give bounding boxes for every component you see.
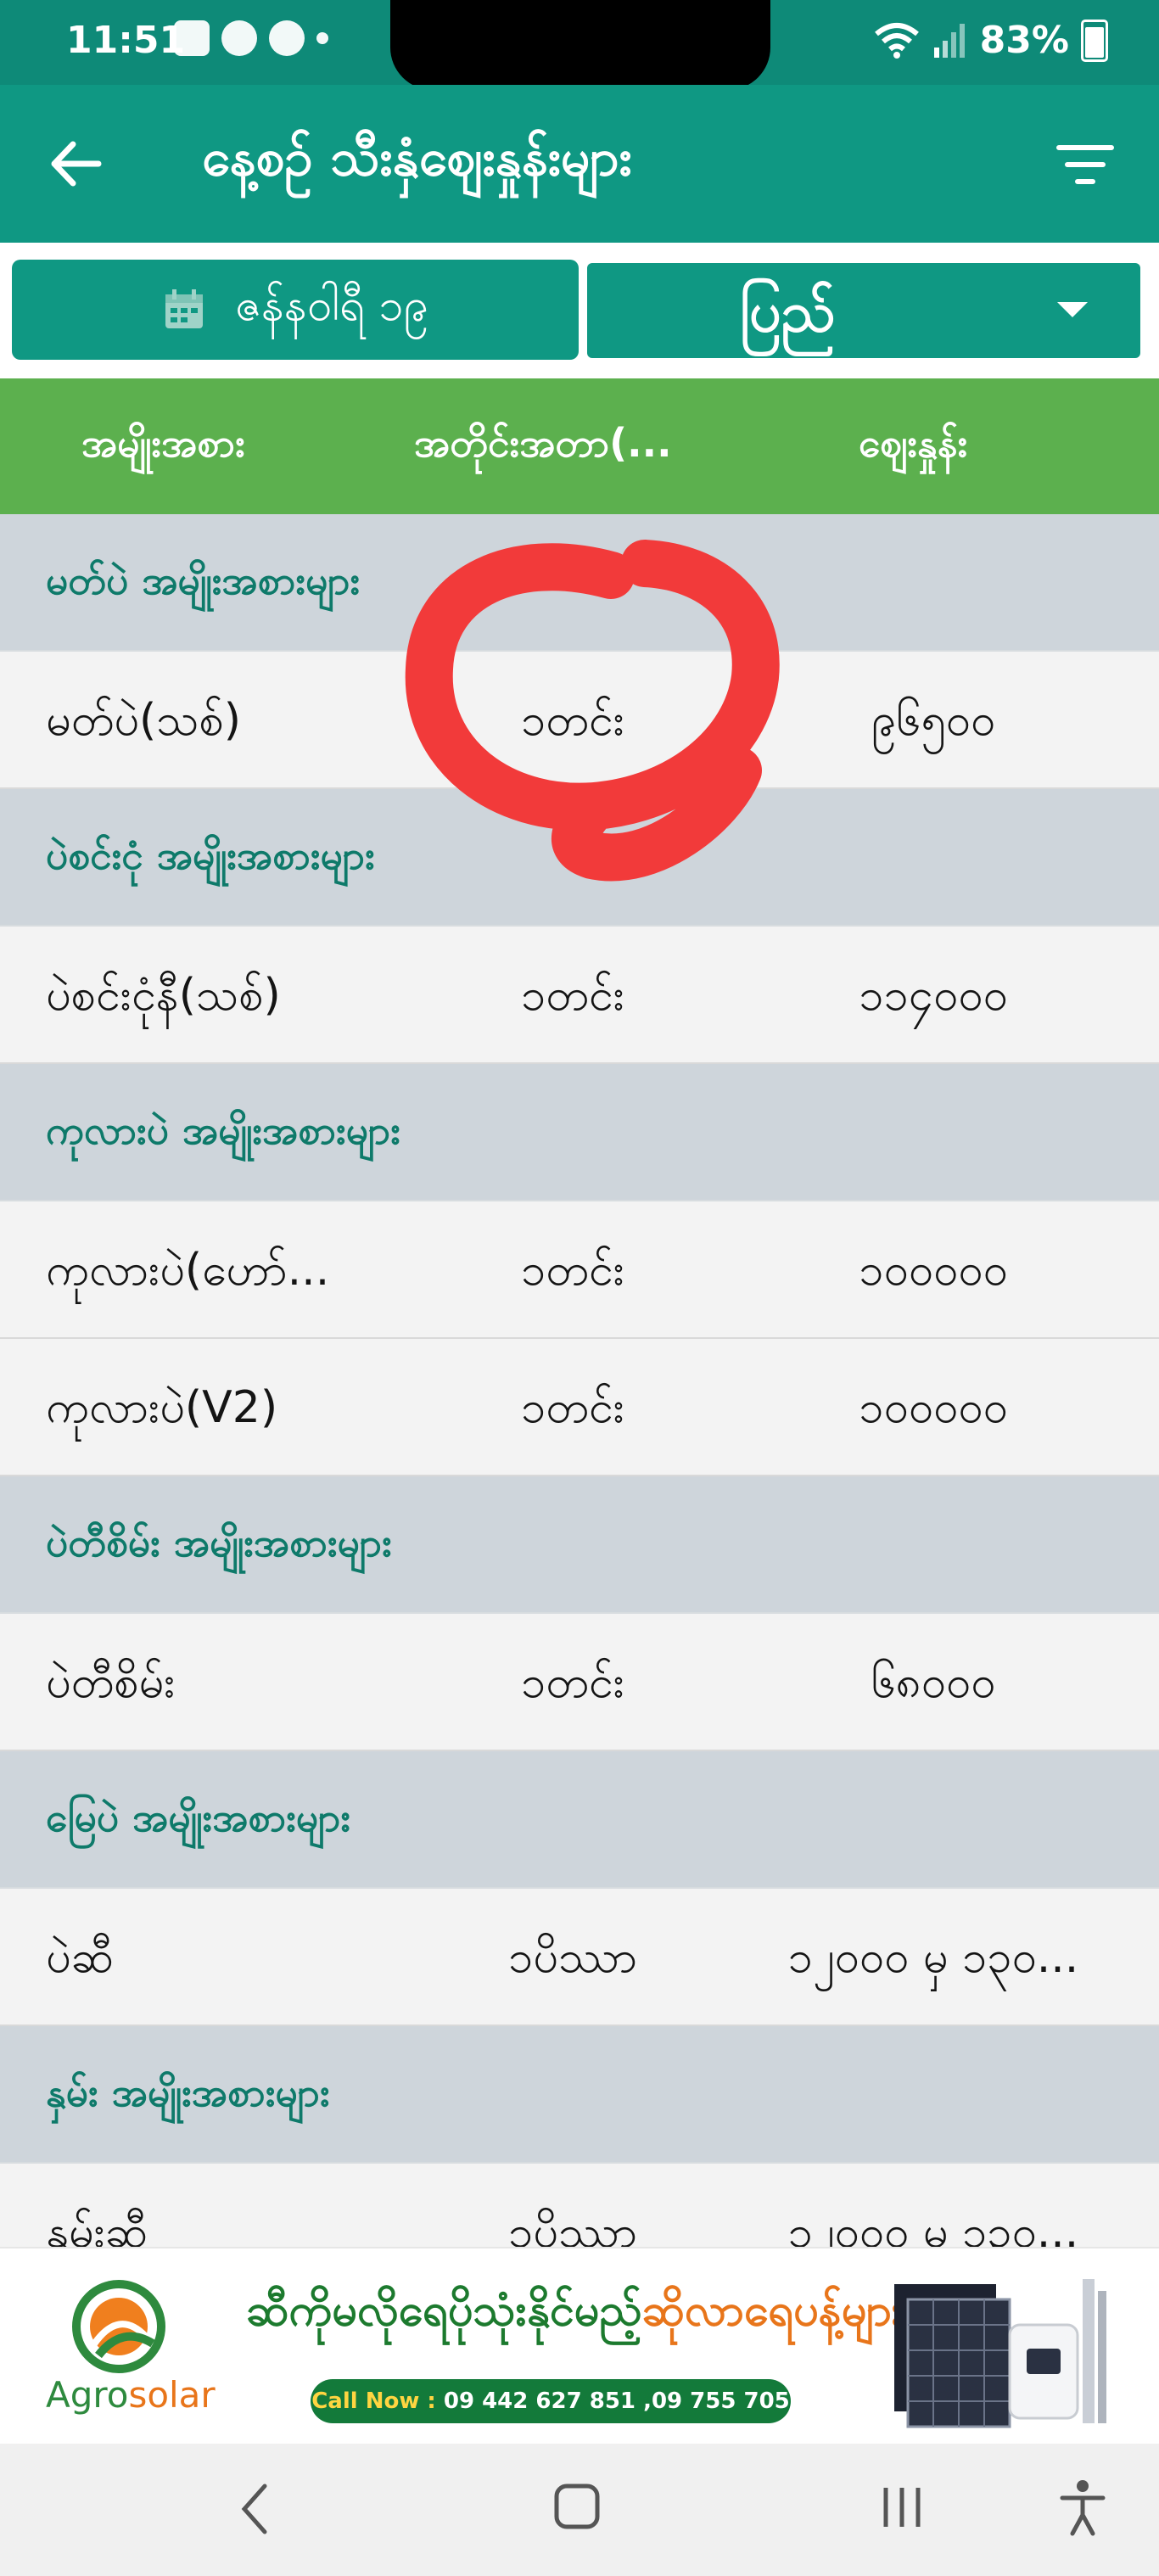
chevron-down-icon <box>1057 302 1088 317</box>
solar-panel-image <box>894 2279 1106 2428</box>
column-header-unit: အတိုင်းအတာ(... <box>414 420 672 466</box>
table-row[interactable]: ကုလားပဲ(V2) ၁တင်း ၁၀၀၀၀၀ <box>0 1339 1159 1476</box>
call-now-badge[interactable]: Call Now : 09 442 627 851 ,09 755 705 56… <box>311 2379 791 2458</box>
crop-name: ကုလားပဲ(ဟော်... <box>46 1245 330 1296</box>
crop-name: ပဲတီစိမ်း <box>46 1657 176 1708</box>
crop-unit: ၁တင်း <box>521 970 624 1021</box>
brand-suffix: solar <box>128 2374 216 2416</box>
accessibility-icon[interactable] <box>1059 2478 1106 2537</box>
filter-toolbar: ဇန်နဝါရီ ၁၉ ပြည် <box>0 243 1159 378</box>
crop-unit: ၁တင်း <box>521 1657 624 1708</box>
calendar-icon <box>165 289 204 328</box>
gallery-icon <box>174 20 210 56</box>
page-title: နေ့စဉ် သီးနှံဈေးနှုန်းများ <box>202 128 632 188</box>
region-select[interactable]: ပြည် <box>587 263 1140 358</box>
system-nav-bar <box>0 2444 1159 2576</box>
table-row[interactable]: ပဲတီစိမ်း ၁တင်း ၆၈၀၀၀ <box>0 1614 1159 1751</box>
app-icon <box>269 20 305 56</box>
table-row[interactable]: ကုလားပဲ(ဟော်... ၁တင်း ၁၀၀၀၀၀ <box>0 1201 1159 1339</box>
camera-notch <box>390 0 770 90</box>
nav-home-icon[interactable] <box>553 2481 601 2532</box>
status-bar: 11:51 83% <box>0 0 1159 90</box>
dot-icon <box>316 32 328 44</box>
notification-icons <box>174 20 328 56</box>
brand-prefix: Agro <box>46 2374 129 2416</box>
category-header: နှမ်း အမျိုးအစားများ <box>0 2026 1159 2164</box>
annotation-circle <box>405 540 780 882</box>
table-row[interactable]: ပဲစင်းငုံနီ(သစ်) ၁တင်း ၁၁၄၀၀၀ <box>0 927 1159 1064</box>
crop-name: ပဲဆီ <box>46 1932 114 1983</box>
back-arrow-icon[interactable] <box>46 134 105 193</box>
date-picker-button[interactable]: ဇန်နဝါရီ ၁၉ <box>12 260 579 360</box>
crop-unit: ၁တင်း <box>521 1382 624 1433</box>
system-status: 83% <box>873 19 1108 62</box>
category-header: ကုလားပဲ အမျိုးအစားများ <box>0 1064 1159 1201</box>
crop-price: ၉၆၅၀၀ <box>871 695 996 746</box>
crop-price: ၁၁၄၀၀၀ <box>859 970 1008 1021</box>
table-row[interactable]: ပဲဆီ ၁ပိဿာ ၁၂၀၀၀ မှ ၁၃၀... <box>0 1889 1159 2026</box>
table-header: အမျိုးအစား အတိုင်းအတာ(... ဈေးနှုန်း <box>0 378 1159 514</box>
slogan-accent: ဆိုလာရေပန့်များ <box>641 2285 904 2336</box>
category-header: ပဲတီစိမ်း အမျိုးအစားများ <box>0 1476 1159 1614</box>
signal-icon <box>933 23 965 58</box>
slogan-main: ဆီကိုမလိုရေပိုသုံးနိုင်မည့် <box>246 2285 642 2336</box>
battery-percent: 83% <box>979 19 1069 62</box>
nav-back-icon[interactable] <box>238 2481 272 2537</box>
column-header-price: ဈေးနှုန်း <box>859 420 968 466</box>
ad-banner[interactable]: Agrosolar ဆီကိုမလိုရေပိုသုံးနိုင်မည့်ဆို… <box>0 2247 1159 2458</box>
crop-name: မတ်ပဲ(သစ်) <box>46 695 242 746</box>
message-icon <box>221 20 257 56</box>
filter-icon[interactable] <box>1055 139 1115 190</box>
brand-name: Agrosolar <box>46 2374 216 2416</box>
nav-recents-icon[interactable] <box>879 2484 925 2530</box>
crop-unit: ၁တင်း <box>521 1245 624 1296</box>
app-bar: နေ့စဉ် သီးနှံဈေးနှုန်းများ <box>0 85 1159 243</box>
crop-unit: ၁ပိဿာ <box>508 1932 637 1983</box>
battery-icon <box>1081 19 1108 62</box>
crop-price: ၆၈၀၀၀ <box>871 1657 996 1708</box>
region-selected-value: ပြည် <box>740 279 836 344</box>
call-label: Call Now : <box>311 2388 444 2414</box>
crop-price: ၁၀၀၀၀၀ <box>859 1382 1008 1433</box>
category-header: မြေပဲ အမျိုးအစားများ <box>0 1751 1159 1889</box>
crop-name: ကုလားပဲ(V2) <box>46 1382 278 1433</box>
column-header-type: အမျိုးအစား <box>81 420 245 466</box>
wifi-icon <box>874 22 919 59</box>
status-time: 11:51 <box>66 19 186 62</box>
date-label: ဇန်နဝါရီ ၁၉ <box>235 280 428 331</box>
crop-name: ပဲစင်းငုံနီ(သစ်) <box>46 970 281 1021</box>
ad-slogan: ဆီကိုမလိုရေပိုသုံးနိုင်မည့်ဆိုလာရေပန့်မျ… <box>246 2282 903 2347</box>
crop-price: ၁၂၀၀၀ မှ ၁၃၀... <box>787 1932 1079 1983</box>
crop-price: ၁၀၀၀၀၀ <box>859 1245 1008 1296</box>
